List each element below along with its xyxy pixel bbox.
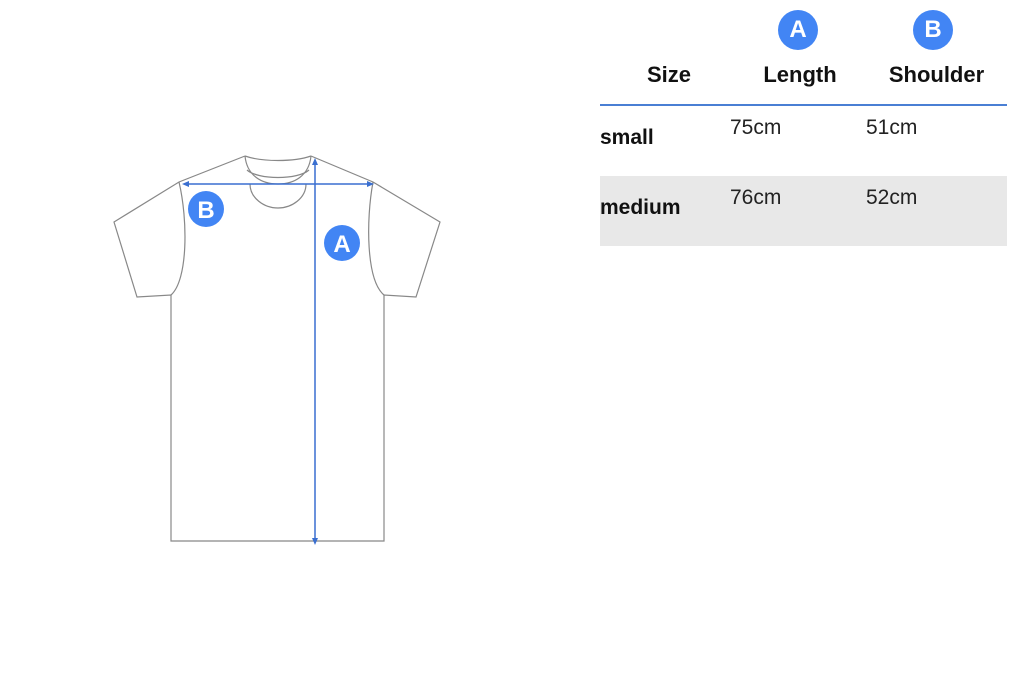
- length-cell: 75cm: [730, 116, 782, 139]
- tshirt-left-armhole: [170, 181, 186, 296]
- table-row: small 75cm 51cm: [600, 106, 1007, 176]
- length-cell: 76cm: [730, 186, 782, 209]
- marker-a: A: [324, 225, 360, 261]
- length-badge: A: [778, 10, 818, 50]
- size-guide-page: B A A B Size Length Shoulder small 75cm …: [0, 0, 1027, 700]
- shoulder-column-header: Shoulder: [888, 62, 985, 87]
- marker-b: B: [188, 191, 224, 227]
- tshirt-right-armhole: [368, 181, 385, 296]
- size-column-header: Size: [646, 62, 692, 87]
- tshirt-outline: [113, 155, 441, 542]
- tshirt-body-outline: [113, 155, 441, 542]
- tshirt-diagram: B A: [113, 155, 441, 545]
- length-measure-arrow: [312, 158, 318, 545]
- shoulder-badge: B: [913, 10, 953, 50]
- table-row: medium 76cm 52cm: [600, 176, 1007, 246]
- tshirt-collar-seam: [249, 183, 307, 209]
- size-cell: medium: [600, 196, 681, 219]
- marker-a-label: A: [333, 231, 350, 258]
- tshirt-collar-inner: [246, 169, 310, 179]
- shoulder-measure-arrow: [182, 181, 374, 187]
- size-table: A B Size Length Shoulder small 75cm 51cm…: [600, 0, 1007, 246]
- length-column-header: Length: [763, 62, 837, 87]
- tshirt-collar-back: [244, 155, 312, 162]
- marker-b-label: B: [197, 197, 214, 224]
- shoulder-cell: 52cm: [866, 186, 918, 209]
- size-cell: small: [600, 126, 654, 149]
- shoulder-cell: 51cm: [866, 116, 918, 139]
- size-table-header: A B Size Length Shoulder: [600, 0, 1007, 106]
